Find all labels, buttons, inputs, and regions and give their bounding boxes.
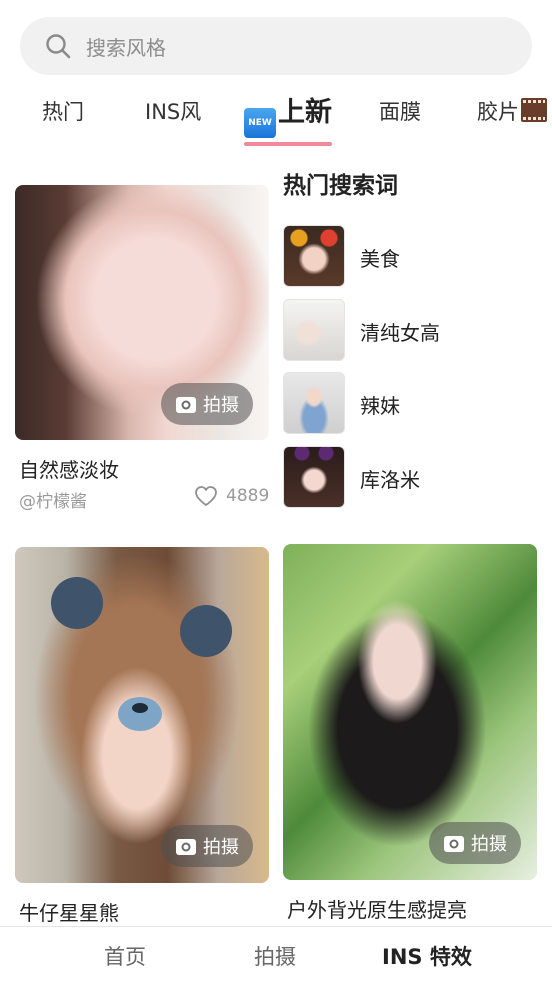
shoot-button[interactable]: 拍摄 [429,822,521,864]
hot-search-label: 库洛米 [360,468,420,492]
search-bar[interactable]: 搜索风格 [20,17,532,75]
shoot-button[interactable]: 拍摄 [161,825,253,867]
camera-icon [176,839,196,855]
film-icon [521,98,547,122]
active-tab-underline [244,142,332,146]
camera-icon [444,836,464,852]
hot-search-title: 热门搜索词 [283,173,398,199]
hot-search-label: 清纯女高 [360,321,440,345]
search-placeholder: 搜索风格 [86,35,166,60]
tab-mask[interactable]: 面膜 [379,96,421,126]
card-title: 自然感淡妆 [19,458,119,482]
author-name[interactable]: @柠檬酱 [19,487,87,512]
hot-search-thumbnail [283,446,345,508]
tab-ins[interactable]: INS风 [145,96,201,126]
tab-label: 胶片 [477,100,519,124]
bear-ear-right [180,605,232,657]
hot-search-thumbnail [283,372,345,434]
hot-search-thumbnail [283,299,345,361]
tab-hot[interactable]: 热门 [42,96,84,126]
shoot-label: 拍摄 [471,834,507,855]
hot-search-item[interactable]: 美食 [283,225,543,287]
new-badge-icon: NEW [244,108,276,138]
bottom-navigation: 首页 拍摄 INS 特效 [0,926,552,983]
feed-card-image[interactable]: 拍摄 [15,185,269,440]
hot-search-item[interactable]: 库洛米 [283,446,543,508]
hot-search-thumbnail [283,225,345,287]
hot-search-item[interactable]: 辣妹 [283,372,543,434]
search-icon [46,34,71,59]
tab-label: 面膜 [379,100,421,124]
tab-new[interactable]: NEW 上新 [244,90,332,146]
bear-snout [118,697,162,731]
feed-card-image[interactable]: 拍摄 [15,547,269,883]
card-title: 户外背光原生感提亮 [287,898,467,922]
camera-icon [176,397,196,413]
shoot-label: 拍摄 [203,395,239,416]
bear-ear-left [51,577,103,629]
heart-icon [195,486,217,507]
nav-shoot[interactable]: 拍摄 [254,941,296,971]
feed-card-image[interactable]: 拍摄 [283,544,537,880]
card-title: 牛仔星星熊 [19,901,119,925]
hot-search-label: 辣妹 [360,394,400,418]
tab-label: 热门 [42,100,84,124]
shoot-label: 拍摄 [203,837,239,858]
shoot-button[interactable]: 拍摄 [161,383,253,425]
tab-label: INS风 [145,100,202,124]
hot-search-label: 美食 [360,247,400,271]
nav-ins-effects[interactable]: INS 特效 [382,941,472,971]
nav-home[interactable]: 首页 [104,941,146,971]
like-number: 4889 [226,486,270,506]
tab-label: 上新 [278,97,332,128]
tab-film[interactable]: 胶片 [477,96,547,126]
like-count[interactable]: 4889 [194,485,269,507]
category-tabs: 热门 INS风 NEW 上新 面膜 胶片 [0,88,552,146]
hot-search-item[interactable]: 清纯女高 [283,299,543,361]
